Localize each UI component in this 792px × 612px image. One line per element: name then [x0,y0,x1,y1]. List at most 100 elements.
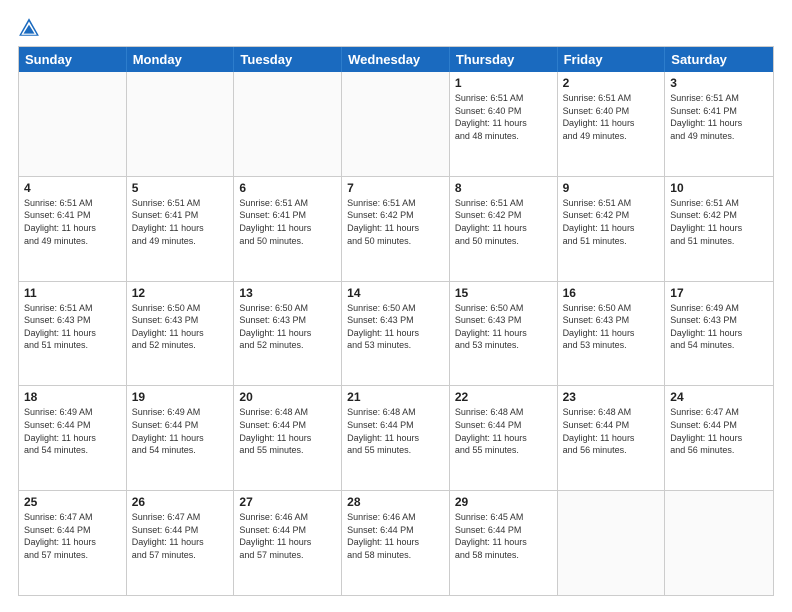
calendar-header-cell: Friday [558,47,666,72]
day-number: 29 [455,495,552,509]
calendar-header-cell: Wednesday [342,47,450,72]
calendar-cell: 17Sunrise: 6:49 AM Sunset: 6:43 PM Dayli… [665,282,773,386]
cell-info: Sunrise: 6:50 AM Sunset: 6:43 PM Dayligh… [239,302,336,352]
calendar-header-cell: Sunday [19,47,127,72]
cell-info: Sunrise: 6:49 AM Sunset: 6:43 PM Dayligh… [670,302,768,352]
header [18,16,774,38]
day-number: 18 [24,390,121,404]
page: SundayMondayTuesdayWednesdayThursdayFrid… [0,0,792,612]
day-number: 23 [563,390,660,404]
day-number: 16 [563,286,660,300]
calendar-cell: 8 Sunrise: 6:51 AM Sunset: 6:42 PM Daylig… [450,177,558,281]
calendar-cell: 14Sunrise: 6:50 AM Sunset: 6:43 PM Dayli… [342,282,450,386]
day-number: 14 [347,286,444,300]
cell-info: Sunrise: 6:51 AM Sunset: 6:41 PM Dayligh… [132,197,229,247]
calendar-row: 18 Sunrise: 6:49 AM Sunset: 6:44 PM Dayli… [19,386,773,491]
calendar-header-cell: Tuesday [234,47,342,72]
cell-info: Sunrise: 6:50 AM Sunset: 6:43 PM Dayligh… [563,302,660,352]
cell-info: Sunrise: 6:51 AM Sunset: 6:40 PM Dayligh… [455,92,552,142]
day-number: 27 [239,495,336,509]
calendar-cell: 11 Sunrise: 6:51 AM Sunset: 6:43 PM Dayli… [19,282,127,386]
cell-info: Sunrise: 6:46 AM Sunset: 6:44 PM Dayligh… [239,511,336,561]
day-number: 26 [132,495,229,509]
cell-info: Sunrise: 6:51 AM Sunset: 6:42 PM Dayligh… [563,197,660,247]
calendar-header-cell: Thursday [450,47,558,72]
calendar-cell: 22 Sunrise: 6:48 AM Sunset: 6:44 PM Dayli… [450,386,558,490]
cell-info: Sunrise: 6:51 AM Sunset: 6:42 PM Dayligh… [347,197,444,247]
calendar-cell: 24Sunrise: 6:47 AM Sunset: 6:44 PM Dayli… [665,386,773,490]
cell-info: Sunrise: 6:45 AM Sunset: 6:44 PM Dayligh… [455,511,552,561]
day-number: 10 [670,181,768,195]
day-number: 15 [455,286,552,300]
calendar-row: 4Sunrise: 6:51 AM Sunset: 6:41 PM Daylig… [19,177,773,282]
calendar-cell: 23 Sunrise: 6:48 AM Sunset: 6:44 PM Dayli… [558,386,666,490]
cell-info: Sunrise: 6:50 AM Sunset: 6:43 PM Dayligh… [132,302,229,352]
cell-info: Sunrise: 6:51 AM Sunset: 6:43 PM Dayligh… [24,302,121,352]
calendar-header-cell: Saturday [665,47,773,72]
cell-info: Sunrise: 6:49 AM Sunset: 6:44 PM Dayligh… [132,406,229,456]
calendar-cell: 19 Sunrise: 6:49 AM Sunset: 6:44 PM Dayli… [127,386,235,490]
calendar-cell: 16 Sunrise: 6:50 AM Sunset: 6:43 PM Dayli… [558,282,666,386]
day-number: 12 [132,286,229,300]
day-number: 1 [455,76,552,90]
calendar-cell: 2 Sunrise: 6:51 AM Sunset: 6:40 PM Daylig… [558,72,666,176]
calendar-cell: 15 Sunrise: 6:50 AM Sunset: 6:43 PM Dayli… [450,282,558,386]
cell-info: Sunrise: 6:48 AM Sunset: 6:44 PM Dayligh… [239,406,336,456]
day-number: 9 [563,181,660,195]
calendar: SundayMondayTuesdayWednesdayThursdayFrid… [18,46,774,596]
day-number: 7 [347,181,444,195]
calendar-body: 1 Sunrise: 6:51 AM Sunset: 6:40 PM Daylig… [19,72,773,595]
calendar-cell [127,72,235,176]
day-number: 13 [239,286,336,300]
calendar-cell: 10 Sunrise: 6:51 AM Sunset: 6:42 PM Dayli… [665,177,773,281]
day-number: 11 [24,286,121,300]
day-number: 24 [670,390,768,404]
day-number: 22 [455,390,552,404]
calendar-header-cell: Monday [127,47,235,72]
cell-info: Sunrise: 6:51 AM Sunset: 6:41 PM Dayligh… [670,92,768,142]
calendar-cell: 4Sunrise: 6:51 AM Sunset: 6:41 PM Daylig… [19,177,127,281]
calendar-cell: 13 Sunrise: 6:50 AM Sunset: 6:43 PM Dayli… [234,282,342,386]
day-number: 5 [132,181,229,195]
logo-icon [18,16,40,38]
calendar-cell: 25 Sunrise: 6:47 AM Sunset: 6:44 PM Dayli… [19,491,127,595]
calendar-cell [665,491,773,595]
calendar-cell: 7 Sunrise: 6:51 AM Sunset: 6:42 PM Daylig… [342,177,450,281]
calendar-cell [558,491,666,595]
day-number: 6 [239,181,336,195]
calendar-cell: 12 Sunrise: 6:50 AM Sunset: 6:43 PM Dayli… [127,282,235,386]
calendar-cell: 28Sunrise: 6:46 AM Sunset: 6:44 PM Dayli… [342,491,450,595]
cell-info: Sunrise: 6:47 AM Sunset: 6:44 PM Dayligh… [132,511,229,561]
cell-info: Sunrise: 6:51 AM Sunset: 6:42 PM Dayligh… [670,197,768,247]
calendar-cell: 6 Sunrise: 6:51 AM Sunset: 6:41 PM Daylig… [234,177,342,281]
logo [18,16,42,38]
cell-info: Sunrise: 6:51 AM Sunset: 6:40 PM Dayligh… [563,92,660,142]
cell-info: Sunrise: 6:51 AM Sunset: 6:41 PM Dayligh… [24,197,121,247]
day-number: 28 [347,495,444,509]
day-number: 8 [455,181,552,195]
calendar-cell: 20 Sunrise: 6:48 AM Sunset: 6:44 PM Dayli… [234,386,342,490]
calendar-cell: 1 Sunrise: 6:51 AM Sunset: 6:40 PM Daylig… [450,72,558,176]
calendar-cell: 3Sunrise: 6:51 AM Sunset: 6:41 PM Daylig… [665,72,773,176]
cell-info: Sunrise: 6:51 AM Sunset: 6:41 PM Dayligh… [239,197,336,247]
calendar-row: 11 Sunrise: 6:51 AM Sunset: 6:43 PM Dayli… [19,282,773,387]
day-number: 19 [132,390,229,404]
calendar-cell: 27 Sunrise: 6:46 AM Sunset: 6:44 PM Dayli… [234,491,342,595]
calendar-row: 1 Sunrise: 6:51 AM Sunset: 6:40 PM Daylig… [19,72,773,177]
cell-info: Sunrise: 6:47 AM Sunset: 6:44 PM Dayligh… [24,511,121,561]
cell-info: Sunrise: 6:51 AM Sunset: 6:42 PM Dayligh… [455,197,552,247]
calendar-row: 25 Sunrise: 6:47 AM Sunset: 6:44 PM Dayli… [19,491,773,595]
calendar-cell: 5 Sunrise: 6:51 AM Sunset: 6:41 PM Daylig… [127,177,235,281]
day-number: 21 [347,390,444,404]
cell-info: Sunrise: 6:48 AM Sunset: 6:44 PM Dayligh… [347,406,444,456]
day-number: 2 [563,76,660,90]
calendar-cell: 18Sunrise: 6:49 AM Sunset: 6:44 PM Dayli… [19,386,127,490]
calendar-cell [342,72,450,176]
day-number: 25 [24,495,121,509]
cell-info: Sunrise: 6:50 AM Sunset: 6:43 PM Dayligh… [455,302,552,352]
calendar-cell: 21 Sunrise: 6:48 AM Sunset: 6:44 PM Dayli… [342,386,450,490]
day-number: 20 [239,390,336,404]
cell-info: Sunrise: 6:48 AM Sunset: 6:44 PM Dayligh… [563,406,660,456]
calendar-header: SundayMondayTuesdayWednesdayThursdayFrid… [19,47,773,72]
cell-info: Sunrise: 6:48 AM Sunset: 6:44 PM Dayligh… [455,406,552,456]
